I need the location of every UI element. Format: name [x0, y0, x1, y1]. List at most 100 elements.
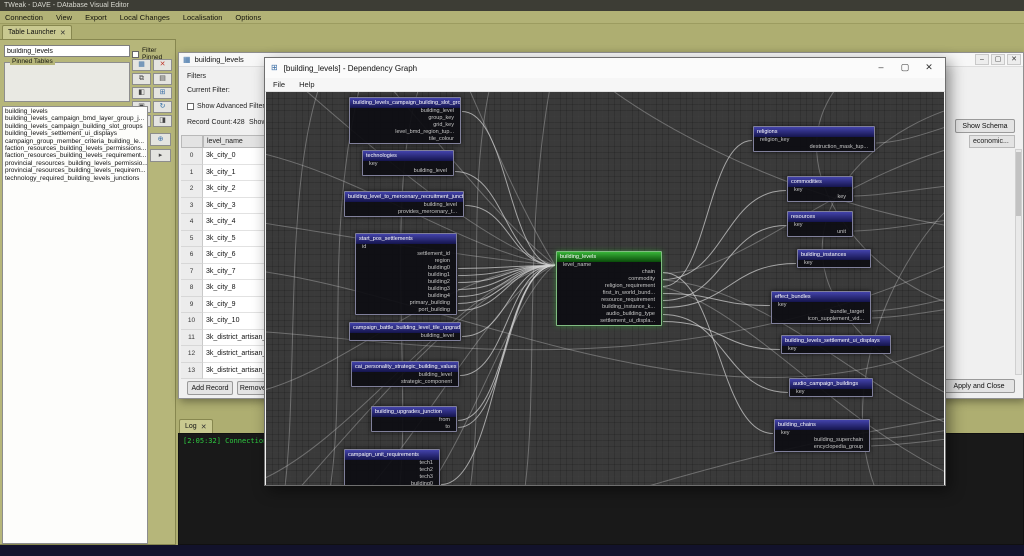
pinned-tables-box: Pinned Tables	[4, 62, 130, 102]
app-title: TWeak - DAVE - DAtabase Visual Editor	[4, 2, 129, 9]
menu-local-changes[interactable]: Local Changes	[120, 13, 170, 22]
table-list-item[interactable]: building_levels_campaign_bmd_layer_group…	[3, 115, 147, 122]
graph-menu-file[interactable]: File	[273, 80, 285, 89]
graph-node-title: start_pos_settlements	[356, 234, 456, 244]
maximize-button[interactable]: ▢	[893, 60, 917, 75]
graph-node-building_levels[interactable]: building_levelslevel_namechaincommodityr…	[556, 251, 662, 326]
graph-node-field: level_bmd_region_tup...	[350, 129, 460, 136]
close-icon[interactable]: ✕	[201, 423, 207, 431]
pinned-tables-label: Pinned Tables	[10, 58, 55, 65]
graph-node-title: building_levels_campaign_building_slot_g…	[350, 98, 460, 108]
table-list-item[interactable]: technology_required_building_levels_junc…	[3, 175, 147, 182]
graph-node-field: building0	[345, 481, 439, 485]
minimize-button[interactable]: –	[869, 60, 893, 75]
graph-node-field: building2	[356, 279, 456, 286]
graph-node-slot_groups[interactable]: building_levels_campaign_building_slot_g…	[349, 97, 461, 144]
table-list-item[interactable]: building_levels	[3, 108, 147, 115]
graph-node-unit_requirements[interactable]: campaign_unit_requirementstech1tech2tech…	[344, 449, 440, 485]
graph-node-field: key	[790, 389, 872, 396]
bookmark-button[interactable]: ⊞	[153, 87, 172, 99]
graph-icon: ⊞	[271, 61, 278, 75]
graph-node-upgrades_junction[interactable]: building_upgrades_junctionfromto	[371, 406, 457, 432]
close-button[interactable]: ✕	[917, 60, 941, 75]
filter-pinned-checkbox[interactable]	[132, 51, 139, 58]
row-number: 6	[181, 247, 203, 264]
window-title: building_levels	[195, 55, 244, 64]
menu-localisation[interactable]: Localisation	[183, 13, 223, 22]
add-record-button[interactable]: Add Record	[187, 381, 233, 395]
graph-node-building_chains[interactable]: building_chainskeybuilding_superchainenc…	[774, 419, 870, 452]
graph-node-title: building_upgrades_junction	[372, 407, 456, 417]
graph-title-bar[interactable]: ⊞ [building_levels] - Dependency Graph –…	[265, 58, 945, 78]
graph-node-merc_junctions[interactable]: building_level_to_mercenary_recruitment_…	[344, 191, 464, 217]
table-list-item[interactable]: faction_resources_building_levels_requir…	[3, 152, 147, 159]
table-icon: ▦	[183, 53, 191, 67]
graph-menu-help[interactable]: Help	[299, 80, 314, 89]
graph-node-title: cai_personality_strategic_building_value…	[352, 362, 458, 372]
minimize-button[interactable]: –	[975, 54, 989, 65]
table-list-item[interactable]: campaign_group_member_criteria_building_…	[3, 138, 147, 145]
graph-edge	[854, 185, 944, 196]
graph-node-field: icon_supplement_vid...	[772, 316, 870, 323]
graph-edge	[466, 92, 555, 265]
menu-options[interactable]: Options	[235, 13, 261, 22]
refresh-button[interactable]: ↻	[153, 101, 172, 113]
graph-node-field: provides_mercenary_t...	[345, 209, 463, 216]
paste-button[interactable]: ◧	[132, 87, 151, 99]
graph-node-field: building4	[356, 293, 456, 300]
scrollbar-thumb[interactable]	[1016, 152, 1021, 216]
graph-canvas[interactable]: building_levels_campaign_building_slot_g…	[266, 92, 944, 485]
graph-node-commodities[interactable]: commoditieskeykey	[787, 176, 853, 202]
graph-node-title: technologies	[363, 151, 453, 161]
graph-node-religions[interactable]: religionsreligion_keydestruction_mask_tu…	[753, 126, 875, 152]
menu-connection[interactable]: Connection	[5, 13, 43, 22]
menu-view[interactable]: View	[56, 13, 72, 22]
table-search-input[interactable]	[4, 45, 130, 57]
taskbar[interactable]	[0, 545, 1024, 556]
row-number: 2	[181, 181, 203, 198]
table-list-item[interactable]: faction_resources_building_levels_permis…	[3, 145, 147, 152]
filters-label: Filters	[187, 73, 206, 80]
graph-node-start_pos[interactable]: start_pos_settlementsidsettlement_idregi…	[355, 233, 457, 315]
graph-node-building_instances[interactable]: building_instanceskey	[797, 249, 871, 268]
graph-node-cai_values[interactable]: cai_personality_strategic_building_value…	[351, 361, 459, 387]
close-button[interactable]: ✕	[1007, 54, 1021, 65]
vertical-scrollbar[interactable]	[1015, 149, 1022, 375]
graph-node-field: tile_colour	[350, 136, 460, 143]
graph-node-technologies[interactable]: technologieskeybuilding_level	[362, 150, 454, 176]
open-table-button[interactable]: ▸	[150, 149, 171, 162]
table-list-item[interactable]: provincial_resources_building_levels_req…	[3, 167, 147, 174]
graph-node-field: unit	[788, 229, 852, 236]
table-list-item[interactable]: building_levels_campaign_building_slot_g…	[3, 123, 147, 130]
maximize-button[interactable]: ▢	[991, 54, 1005, 65]
show-schema-button[interactable]: Show Schema	[955, 119, 1015, 133]
tab-label: Table Launcher	[8, 29, 56, 36]
apply-and-close-button[interactable]: Apply and Close	[943, 379, 1015, 393]
graph-node-sui_displays[interactable]: building_levels_settlement_ui_displayske…	[781, 335, 891, 354]
tab-log[interactable]: Log ✕	[179, 419, 213, 433]
close-icon[interactable]: ✕	[60, 29, 66, 37]
app-title-bar[interactable]: TWeak - DAVE - DAtabase Visual Editor	[0, 0, 1024, 11]
graph-node-tile_upgrades[interactable]: campaign_battle_building_level_tile_upgr…	[349, 322, 461, 341]
menu-export[interactable]: Export	[85, 13, 107, 22]
delete-button[interactable]: ✕	[153, 59, 172, 71]
grid-view-button[interactable]: ▤	[153, 73, 172, 85]
graph-node-effect_bundles[interactable]: effect_bundleskeybundle_targeticon_suppl…	[771, 291, 871, 324]
copy-button[interactable]: ⧉	[132, 73, 151, 85]
graph-edge	[871, 438, 944, 446]
sort-button[interactable]: ◨	[153, 115, 172, 127]
graph-node-audio_buildings[interactable]: audio_campaign_buildingskey	[789, 378, 873, 397]
graph-node-field: bundle_target	[772, 309, 870, 316]
pin-table-button[interactable]: ⊕	[150, 133, 171, 146]
table-list-item[interactable]: building_levels_settlement_ui_displays	[3, 130, 147, 137]
advanced-filters-checkbox[interactable]	[187, 103, 194, 110]
tab-table-launcher[interactable]: Table Launcher ✕	[2, 25, 72, 39]
graph-node-title: audio_campaign_buildings	[790, 379, 872, 389]
table-launcher-panel: Filter Pinned Pinned Tables ▦✕⧉▤◧⊞▣↻≡◨ ⊕…	[0, 39, 176, 545]
graph-node-resources[interactable]: resourceskeyunit	[787, 211, 853, 237]
table-list-item[interactable]: provincial_resources_building_levels_per…	[3, 160, 147, 167]
row-number: 0	[181, 148, 203, 165]
new-table-button[interactable]: ▦	[132, 59, 151, 71]
column-header-economic[interactable]: economic...	[969, 135, 1015, 148]
graph-edge	[663, 294, 770, 306]
